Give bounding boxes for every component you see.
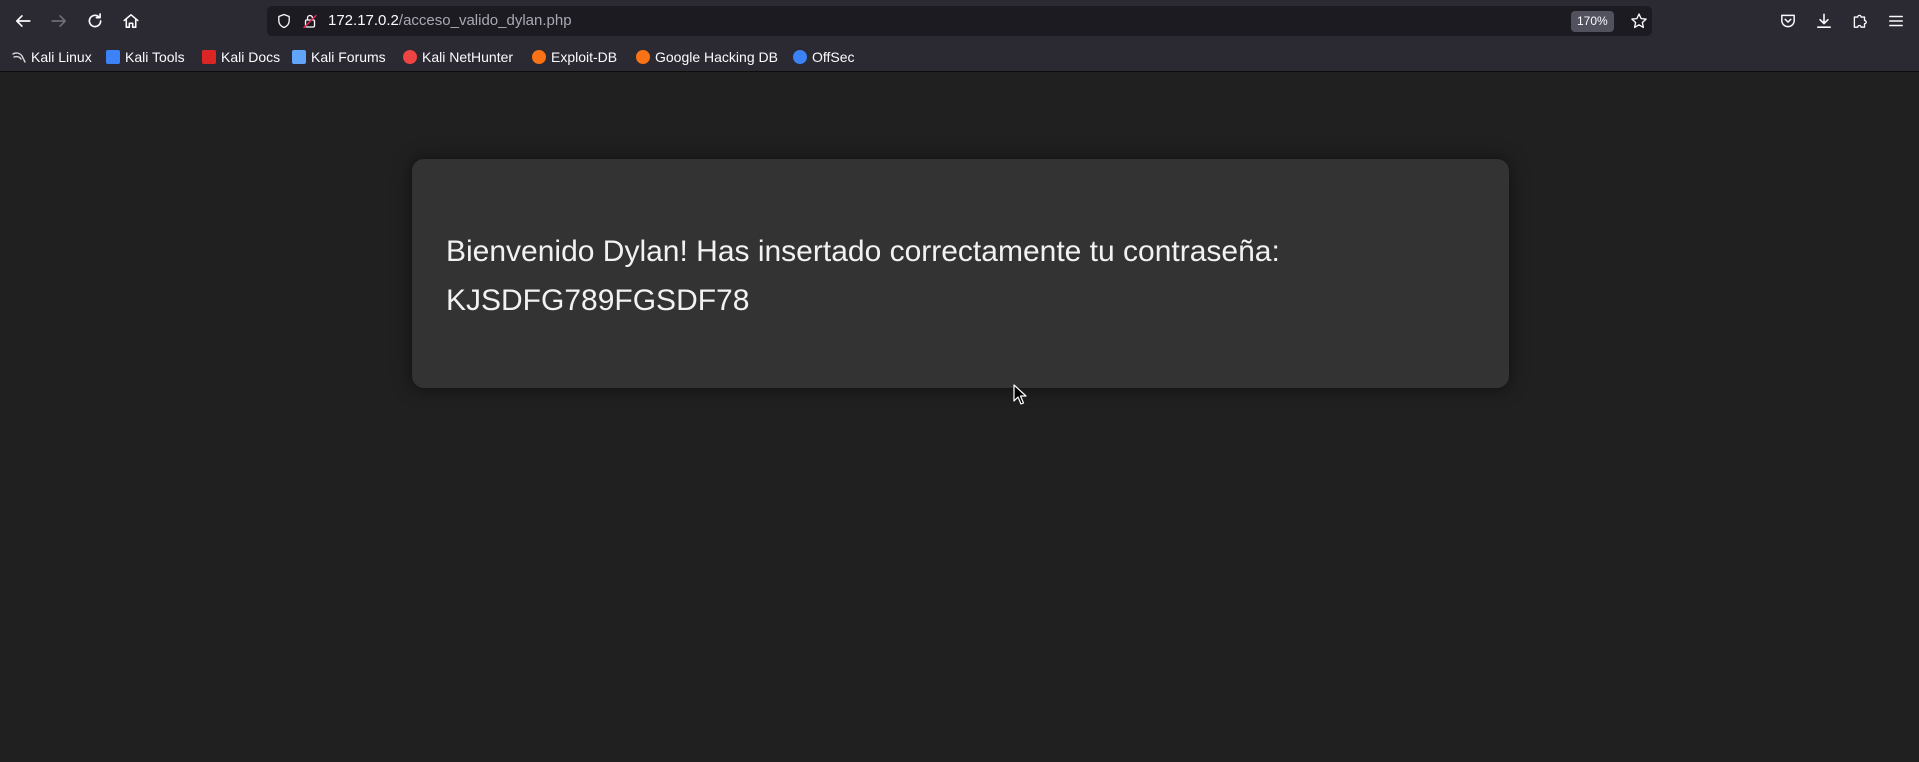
forward-button[interactable] bbox=[44, 6, 74, 36]
bookmark-star-icon[interactable] bbox=[1629, 11, 1649, 31]
bookmark-label: Kali Forums bbox=[311, 49, 386, 65]
back-button[interactable] bbox=[8, 6, 38, 36]
kali-docs-icon bbox=[202, 50, 216, 64]
bookmarks-toolbar: Kali Linux Kali Tools Kali Docs Kali For… bbox=[0, 42, 1919, 72]
bookmark-label: Kali NetHunter bbox=[422, 49, 514, 65]
bookmark-kali-tools[interactable]: Kali Tools bbox=[106, 47, 185, 67]
bookmark-kali-docs[interactable]: Kali Docs bbox=[202, 47, 280, 67]
bookmark-label: Exploit-DB bbox=[551, 49, 618, 65]
bookmark-kali-linux[interactable]: Kali Linux bbox=[12, 47, 92, 67]
url-host: 172.17.0.2 bbox=[328, 12, 399, 29]
puzzle-icon bbox=[1853, 14, 1867, 28]
kali-nethunter-icon bbox=[403, 50, 417, 64]
shield-icon[interactable] bbox=[275, 12, 293, 30]
forward-arrow-icon bbox=[51, 15, 67, 27]
home-icon bbox=[123, 14, 139, 28]
kali-tools-icon bbox=[106, 50, 120, 64]
ghdb-icon bbox=[636, 50, 650, 64]
home-button[interactable] bbox=[116, 6, 146, 36]
download-icon bbox=[1817, 13, 1831, 28]
exploit-db-icon bbox=[532, 50, 546, 64]
kali-dragon-icon bbox=[12, 50, 26, 64]
bookmark-google-hacking-db[interactable]: Google Hacking DB bbox=[636, 47, 778, 67]
welcome-message: Bienvenido Dylan! Has insertado correcta… bbox=[446, 235, 1280, 317]
bookmark-label: Kali Docs bbox=[221, 49, 281, 65]
bookmark-label: Kali Tools bbox=[125, 49, 185, 65]
page-viewport: Bienvenido Dylan! Has insertado correcta… bbox=[0, 72, 1919, 762]
browser-window: 172.17.0.2/acceso_valido_dylan.php 170% … bbox=[0, 0, 1919, 762]
insecure-lock-icon[interactable] bbox=[301, 12, 319, 30]
pocket-icon bbox=[1781, 14, 1795, 28]
kali-forums-icon bbox=[292, 50, 306, 64]
back-arrow-icon bbox=[15, 15, 31, 27]
bookmark-label: Google Hacking DB bbox=[655, 49, 778, 65]
bookmark-label: Kali Linux bbox=[31, 49, 92, 65]
navigation-toolbar: 172.17.0.2/acceso_valido_dylan.php 170% bbox=[0, 0, 1919, 42]
bookmark-kali-forums[interactable]: Kali Forums bbox=[292, 47, 386, 67]
bookmark-kali-nethunter[interactable]: Kali NetHunter bbox=[403, 47, 513, 67]
downloads-button[interactable] bbox=[1809, 6, 1839, 36]
url-path: /acceso_valido_dylan.php bbox=[398, 12, 572, 29]
reload-icon bbox=[88, 13, 102, 28]
mouse-cursor-icon bbox=[1013, 384, 1027, 405]
pocket-button[interactable] bbox=[1773, 6, 1803, 36]
bookmark-offsec[interactable]: OffSec bbox=[793, 47, 855, 67]
bookmark-label: OffSec bbox=[812, 49, 855, 65]
hamburger-menu-icon bbox=[1889, 15, 1903, 27]
bookmark-exploit-db[interactable]: Exploit-DB bbox=[532, 47, 617, 67]
extensions-button[interactable] bbox=[1845, 6, 1875, 36]
offsec-icon bbox=[793, 50, 807, 64]
menu-button[interactable] bbox=[1881, 6, 1911, 36]
zoom-level-button[interactable]: 170% bbox=[1571, 11, 1614, 32]
reload-button[interactable] bbox=[80, 6, 110, 36]
welcome-card: Bienvenido Dylan! Has insertado correcta… bbox=[412, 159, 1509, 388]
url-text[interactable]: 172.17.0.2/acceso_valido_dylan.php bbox=[328, 12, 572, 30]
url-bar[interactable]: 172.17.0.2/acceso_valido_dylan.php 170% bbox=[267, 6, 1652, 36]
